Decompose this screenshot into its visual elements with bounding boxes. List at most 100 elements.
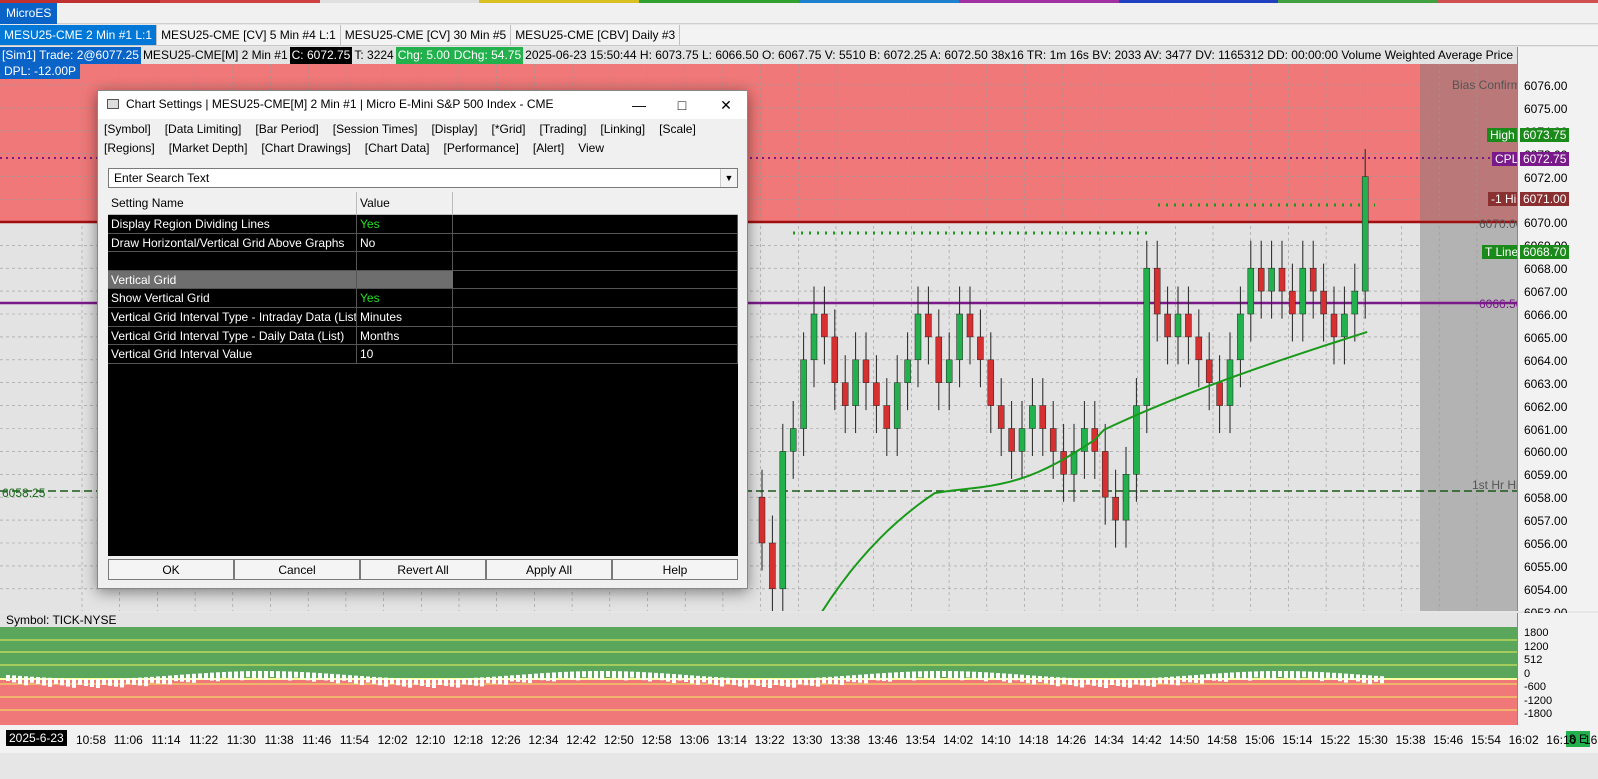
menu-item-scale[interactable]: [Scale]: [659, 122, 696, 141]
tick-bar: [258, 671, 262, 680]
tick-bar: [528, 674, 532, 684]
menu-item-grid[interactable]: [*Grid]: [491, 122, 525, 141]
ok-button[interactable]: OK: [108, 559, 234, 580]
menu-item-symbol[interactable]: [Symbol]: [104, 122, 151, 141]
tick-bar: [678, 674, 682, 681]
menu-item-regions[interactable]: [Regions]: [104, 141, 155, 160]
setting-value[interactable]: Yes: [357, 289, 453, 308]
tick-bar: [12, 675, 16, 683]
tick-bar: [1116, 678, 1120, 686]
tick-bar: [312, 672, 316, 682]
tick-bar: [1272, 671, 1276, 681]
chart-tab-3[interactable]: MESU25-CME [CV] 30 Min #5: [341, 25, 512, 45]
tick-bar: [1002, 673, 1006, 682]
cancel-button[interactable]: Cancel: [234, 559, 360, 580]
dialog-title-bar[interactable]: Chart Settings | MESU25-CME[M] 2 Min #1 …: [98, 91, 747, 119]
setting-value[interactable]: 10: [357, 345, 453, 364]
setting-value[interactable]: Months: [357, 326, 453, 346]
revert-all-button[interactable]: Revert All: [360, 559, 486, 580]
tick-bar: [1200, 674, 1204, 684]
setting-name: Vertical Grid Interval Value: [108, 345, 357, 364]
search-input[interactable]: Enter Search Text ▼: [108, 168, 738, 188]
setting-value[interactable]: No: [357, 233, 453, 253]
setting-value[interactable]: [357, 252, 453, 271]
close-icon[interactable]: ✕: [703, 91, 749, 119]
candle-body: [841, 382, 849, 406]
tick-bar: [402, 678, 406, 687]
time-tick-label: 12:34: [528, 733, 559, 747]
tick-bar: [906, 671, 910, 680]
tick-bar: [306, 672, 310, 681]
setting-extra: [453, 233, 738, 253]
time-tick-label: 13:54: [905, 733, 936, 747]
menu-item-view[interactable]: View: [578, 141, 604, 160]
menu-item-market-depth[interactable]: [Market Depth]: [169, 141, 248, 160]
chart-tab-bar: MESU25-CME 2 Min #1 L:1 MESU25-CME [CV] 5…: [0, 25, 1598, 46]
menu-item-display[interactable]: [Display]: [431, 122, 477, 141]
time-tick-label: 13:06: [679, 733, 710, 747]
setting-row[interactable]: [108, 252, 738, 271]
color-strip: [0, 0, 1598, 3]
menu-item-chart-drawings[interactable]: [Chart Drawings]: [261, 141, 350, 160]
first-hour-high-label: 1st Hr Hi: [1472, 478, 1518, 492]
price-tick-label: 6066.00: [1524, 308, 1568, 322]
menu-item-alert[interactable]: [Alert]: [533, 141, 564, 160]
menu-item-data-limiting[interactable]: [Data Limiting]: [165, 122, 242, 141]
setting-name: Vertical Grid Interval Type - Daily Data…: [108, 326, 357, 346]
candle-body: [1226, 359, 1234, 406]
candle-body: [904, 359, 911, 383]
app-title[interactable]: MicroES: [0, 3, 58, 24]
setting-value[interactable]: Minutes: [357, 307, 453, 327]
help-button[interactable]: Help: [612, 559, 738, 580]
tick-bar: [1194, 674, 1198, 683]
setting-row[interactable]: Vertical Grid Interval Type - Daily Data…: [108, 326, 738, 346]
candle-body: [1153, 267, 1161, 315]
tick-axis-label: -600: [1524, 681, 1547, 693]
dialog-title: Chart Settings | MESU25-CME[M] 2 Min #1 …: [126, 97, 554, 111]
chart-tab-4[interactable]: MESU25-CME [CBV] Daily #3: [511, 25, 681, 45]
maximize-icon[interactable]: □: [659, 91, 705, 119]
tick-bar: [252, 671, 256, 679]
tick-bar: [390, 677, 394, 684]
tick-axis-label: -1200: [1524, 694, 1553, 707]
time-tick-label: 16:02: [1508, 733, 1539, 747]
tick-bar: [816, 677, 820, 687]
setting-row[interactable]: Draw Horizontal/Vertical Grid Above Grap…: [108, 233, 738, 253]
chart-tab-2[interactable]: MESU25-CME [CV] 5 Min #4 L:1: [157, 25, 341, 45]
tick-bar: [696, 675, 700, 685]
tick-bar: [228, 671, 232, 679]
menu-item-chart-data[interactable]: [Chart Data]: [365, 141, 430, 160]
setting-row[interactable]: Vertical Grid Interval Type - Intraday D…: [108, 307, 738, 327]
price-tick-label: 6061.00: [1524, 422, 1568, 437]
setting-value[interactable]: [357, 270, 453, 290]
tick-bar: [108, 678, 112, 686]
chevron-down-icon[interactable]: ▼: [720, 169, 737, 187]
tick-bar: [204, 672, 208, 680]
tick-bar: [240, 671, 244, 681]
menu-item-performance[interactable]: [Performance]: [443, 141, 518, 160]
grid-section-row[interactable]: Vertical Grid: [108, 270, 738, 290]
setting-row[interactable]: Vertical Grid Interval Value 10: [108, 345, 738, 364]
setting-value[interactable]: Yes: [357, 215, 453, 234]
tick-subgraph[interactable]: Symbol: TICK-NYSE: [0, 613, 1518, 725]
tick-bar: [396, 678, 400, 686]
tick-bar: [366, 676, 370, 683]
setting-row[interactable]: Show Vertical Grid Yes: [108, 289, 738, 308]
menu-item-bar-period[interactable]: [Bar Period]: [255, 122, 318, 141]
setting-row[interactable]: Display Region Dividing Lines Yes: [108, 215, 738, 234]
apply-all-button[interactable]: Apply All: [486, 559, 612, 580]
tick-canvas[interactable]: [0, 613, 1518, 725]
price-tick-label: 6062.00: [1524, 399, 1568, 414]
level-6058-label: 6058.25: [2, 486, 46, 500]
price-axis[interactable]: 6076.006075.006074.006073.006072.006071.…: [1518, 47, 1598, 620]
minimize-icon[interactable]: —: [616, 91, 662, 119]
menu-item-trading[interactable]: [Trading]: [540, 122, 587, 141]
time-tick-label: 11:06: [113, 733, 143, 747]
tick-axis[interactable]: 1800 1200 512 0 -600 -1200 -1800: [1518, 613, 1598, 725]
menu-item-linking[interactable]: [Linking]: [600, 122, 645, 141]
price-tick-label: 6064.00: [1524, 353, 1568, 368]
time-axis[interactable]: 2025-6-23 8 E 10:58 11:06 11:14 11:22 11:30 1…: [0, 725, 1598, 753]
price-tick-label: 6067.00: [1524, 285, 1568, 300]
chart-tab-1[interactable]: MESU25-CME 2 Min #1 L:1: [0, 25, 158, 45]
menu-item-session-times[interactable]: [Session Times]: [333, 122, 418, 141]
